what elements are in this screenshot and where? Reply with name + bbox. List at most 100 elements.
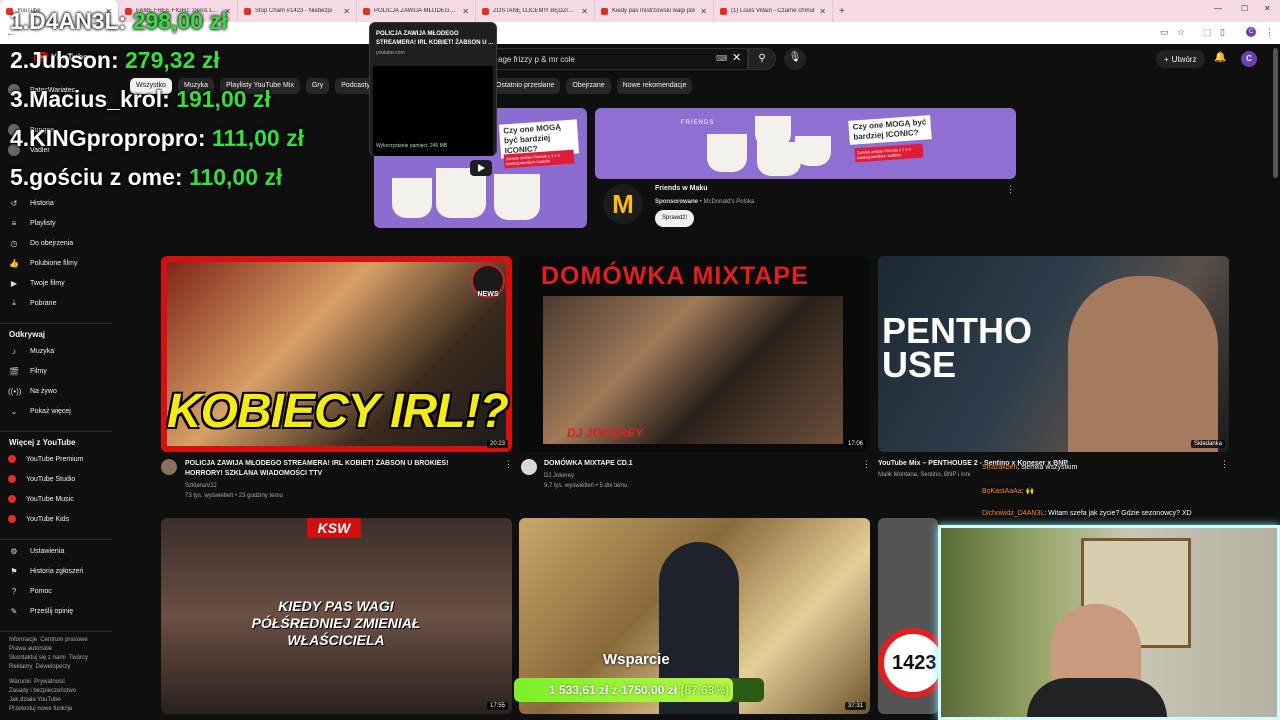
voice-search-button[interactable]: 🎙 (784, 48, 806, 70)
video-more-icon[interactable]: ⋮ (862, 459, 871, 470)
youtube-favicon-icon (482, 7, 489, 15)
thumb-person (1068, 276, 1218, 452)
minimize-icon[interactable]: — (1214, 4, 1222, 13)
ad-more-icon[interactable]: ⋮ (1006, 184, 1015, 195)
create-label: Utwórz (1171, 54, 1197, 64)
sidebar-item[interactable]: ⚑ Historia zgłoszeń (8, 563, 83, 579)
sidebar-item-label: Polubione filmy (30, 259, 78, 267)
new-tab-button[interactable]: + (833, 6, 851, 17)
browser-tab[interactable]: Kiedy pas mistrzowski wagi pół ✕ (595, 0, 714, 22)
mcdonalds-logo-icon[interactable]: M (603, 184, 643, 224)
donation-label: Wsparcie (603, 651, 670, 668)
sidebar-item[interactable]: ⌄ Pokaż więcej (8, 403, 71, 419)
ad-cup (494, 174, 540, 220)
sidebar-footer-links[interactable]: Warunki Prywatność Zasady i bezpieczeńst… (9, 678, 76, 714)
donation-separator: z (611, 683, 618, 697)
tab-hover-url: youtube.com (376, 50, 405, 56)
extensions-icon[interactable]: ⬚ (1203, 27, 1212, 38)
video-thumbnail[interactable]: PENTHOUSE Składanka (878, 256, 1229, 452)
sidebar-item[interactable]: ♪ Muzyka (8, 343, 54, 359)
sidebar-item[interactable]: 👍 Polubione filmy (8, 255, 77, 271)
browser-tab[interactable]: Stop Cham #1423 - Niebezpi ✕ (238, 0, 357, 22)
video-channel[interactable]: SzklanaV2J (185, 482, 217, 491)
sidepanel-icon[interactable]: ▯ (1220, 27, 1225, 38)
youtube-favicon-icon (363, 7, 370, 15)
video-thumbnail[interactable]: 1423 (878, 518, 938, 714)
filter-chip[interactable]: Obejrzane (566, 78, 611, 94)
video-more-icon[interactable]: ⋮ (1220, 459, 1229, 470)
filter-chip[interactable]: Gry (305, 78, 330, 94)
youtube-favicon-icon (244, 7, 251, 15)
page-scrollbar[interactable] (1273, 48, 1278, 178)
channel-avatar[interactable] (161, 459, 177, 475)
sidebar-item[interactable]: YouTube Studio (8, 471, 75, 487)
bookmark-icon[interactable]: ☆ (1177, 27, 1185, 38)
sidebar-item[interactable]: ≡ Playlisty (8, 215, 56, 231)
filter-chip[interactable]: Ostatnio przesłane (490, 78, 561, 94)
sidebar-item[interactable]: ↺ Historia (8, 195, 54, 211)
video-more-icon[interactable]: ⋮ (504, 459, 513, 470)
ad-title[interactable]: Friends w Maku (655, 185, 708, 192)
sidebar-item[interactable]: YouTube Premium (8, 451, 83, 467)
plus-icon: + (1164, 54, 1169, 64)
live-icon: ((•)) (8, 386, 22, 396)
close-tab-icon[interactable]: ✕ (581, 7, 588, 16)
ad-cta-button[interactable]: Sprawdź! (655, 210, 695, 227)
sidebar-item[interactable]: YouTube Kids (8, 511, 69, 527)
close-tab-icon[interactable]: ✕ (819, 7, 826, 16)
tab-hover-memory: Wykorzystanie pamięci: 246 MB (376, 143, 448, 149)
search-button[interactable]: ⚲ (748, 48, 776, 70)
browser-tab[interactable]: ZOSTANĘ OJCEM!!! BĘDZIEMY ✕ (476, 0, 595, 22)
sidebar-item-label: YouTube Music (26, 495, 74, 503)
sidebar-item[interactable]: 🎬 Filmy (8, 363, 47, 379)
profile-avatar-icon[interactable]: C (1246, 27, 1256, 37)
video-channel[interactable]: DJ Jokerey (544, 472, 574, 481)
sidebar-item[interactable]: ⚙ Ustawienia (8, 543, 64, 559)
close-tab-icon[interactable]: ✕ (462, 7, 469, 16)
sidebar-item[interactable]: ◷ Do obejrzenia (8, 235, 74, 251)
video-channel[interactable]: Malik Montana, Sentino, BNP i inni (878, 471, 970, 480)
clear-search-icon[interactable]: ✕ (732, 51, 741, 64)
sidebar-item[interactable]: ((•)) Na żywo (8, 383, 57, 399)
video-thumbnail[interactable]: DOMÓWKA MIXTAPE DJ JOKEREY 17:06 (519, 256, 870, 452)
sidebar-item-label: Playlisty (30, 219, 56, 227)
ad-cup (795, 136, 831, 166)
close-window-icon[interactable]: ✕ (1264, 4, 1271, 13)
cast-icon[interactable]: ▭ (1160, 27, 1169, 38)
video-title[interactable]: POLICJA ZAWIJA MŁODEGO STREAMERA! IRL KO… (185, 459, 475, 479)
close-tab-icon[interactable]: ✕ (700, 7, 707, 16)
ranking-row: 4.KINGpropropro: 111,00 zł (10, 125, 304, 152)
close-tab-icon[interactable]: ✕ (343, 7, 350, 16)
create-button[interactable]: + Utwórz (1156, 50, 1205, 68)
sidebar-item-label: Do obejrzenia (30, 239, 74, 247)
browser-tab[interactable]: POLICJA ZAWIJA MŁODEGO ST ✕ (357, 0, 476, 22)
youtube-favicon-icon (601, 7, 608, 15)
ad-banner[interactable]: FRIENDS Czy one MOGĄ być bardziej ICONIC… (595, 108, 1016, 179)
account-avatar[interactable]: C (1241, 51, 1257, 67)
video-thumbnail[interactable]: NEWS KOBIECY IRL!? 20:23 (161, 256, 512, 452)
sidebar-footer-links[interactable]: Informacje Centrum prasowe Prawa autorsk… (9, 636, 88, 672)
sidebar-item-label: Pokaż więcej (30, 407, 71, 415)
chat-message: Strazakben: siemka wszystkim (982, 464, 1078, 471)
browser-tab[interactable]: (1) Louis Villain - Czarne chmur ✕ (714, 0, 833, 22)
keyboard-icon[interactable]: ⌨ (716, 54, 728, 63)
menu-dots-icon[interactable]: ⋮ (1265, 27, 1274, 38)
sidebar-item[interactable]: ⤓ Pobrane (8, 295, 56, 311)
sidebar-item[interactable]: YouTube Music (8, 491, 74, 507)
chat-message: BoKastAaAa: 🙌 (982, 488, 1035, 495)
browser-tab-title: Kiedy pas mistrzowski wagi pół (612, 8, 695, 14)
ad-play-icon[interactable] (470, 160, 492, 176)
sidebar-item-label: YouTube Studio (26, 475, 76, 483)
channel-avatar[interactable] (521, 459, 537, 475)
maximize-icon[interactable]: ☐ (1241, 4, 1248, 13)
sidebar-item[interactable]: ✎ Prześlij opinię (8, 603, 74, 619)
notifications-bell-icon[interactable]: 🔔 (1214, 52, 1226, 63)
video-title[interactable]: DOMÓWKA MIXTAPE CD.1 (544, 459, 844, 469)
sidebar-item[interactable]: ? Pomoc (8, 583, 52, 599)
filter-chip[interactable]: Nowe rekomendacje (616, 78, 693, 94)
video-duration: 17:55 (486, 702, 508, 710)
sidebar-item[interactable]: ▶ Twoje filmy (8, 275, 65, 291)
news-badge: NEWS (471, 264, 505, 298)
ad-headline: Czy one MOGĄ być bardziej ICONIC? (848, 115, 932, 145)
video-thumbnail[interactable]: KSW KIEDY PAS WAGI PÓŁŚREDNIEJ ZMIENIAŁ … (161, 518, 512, 714)
